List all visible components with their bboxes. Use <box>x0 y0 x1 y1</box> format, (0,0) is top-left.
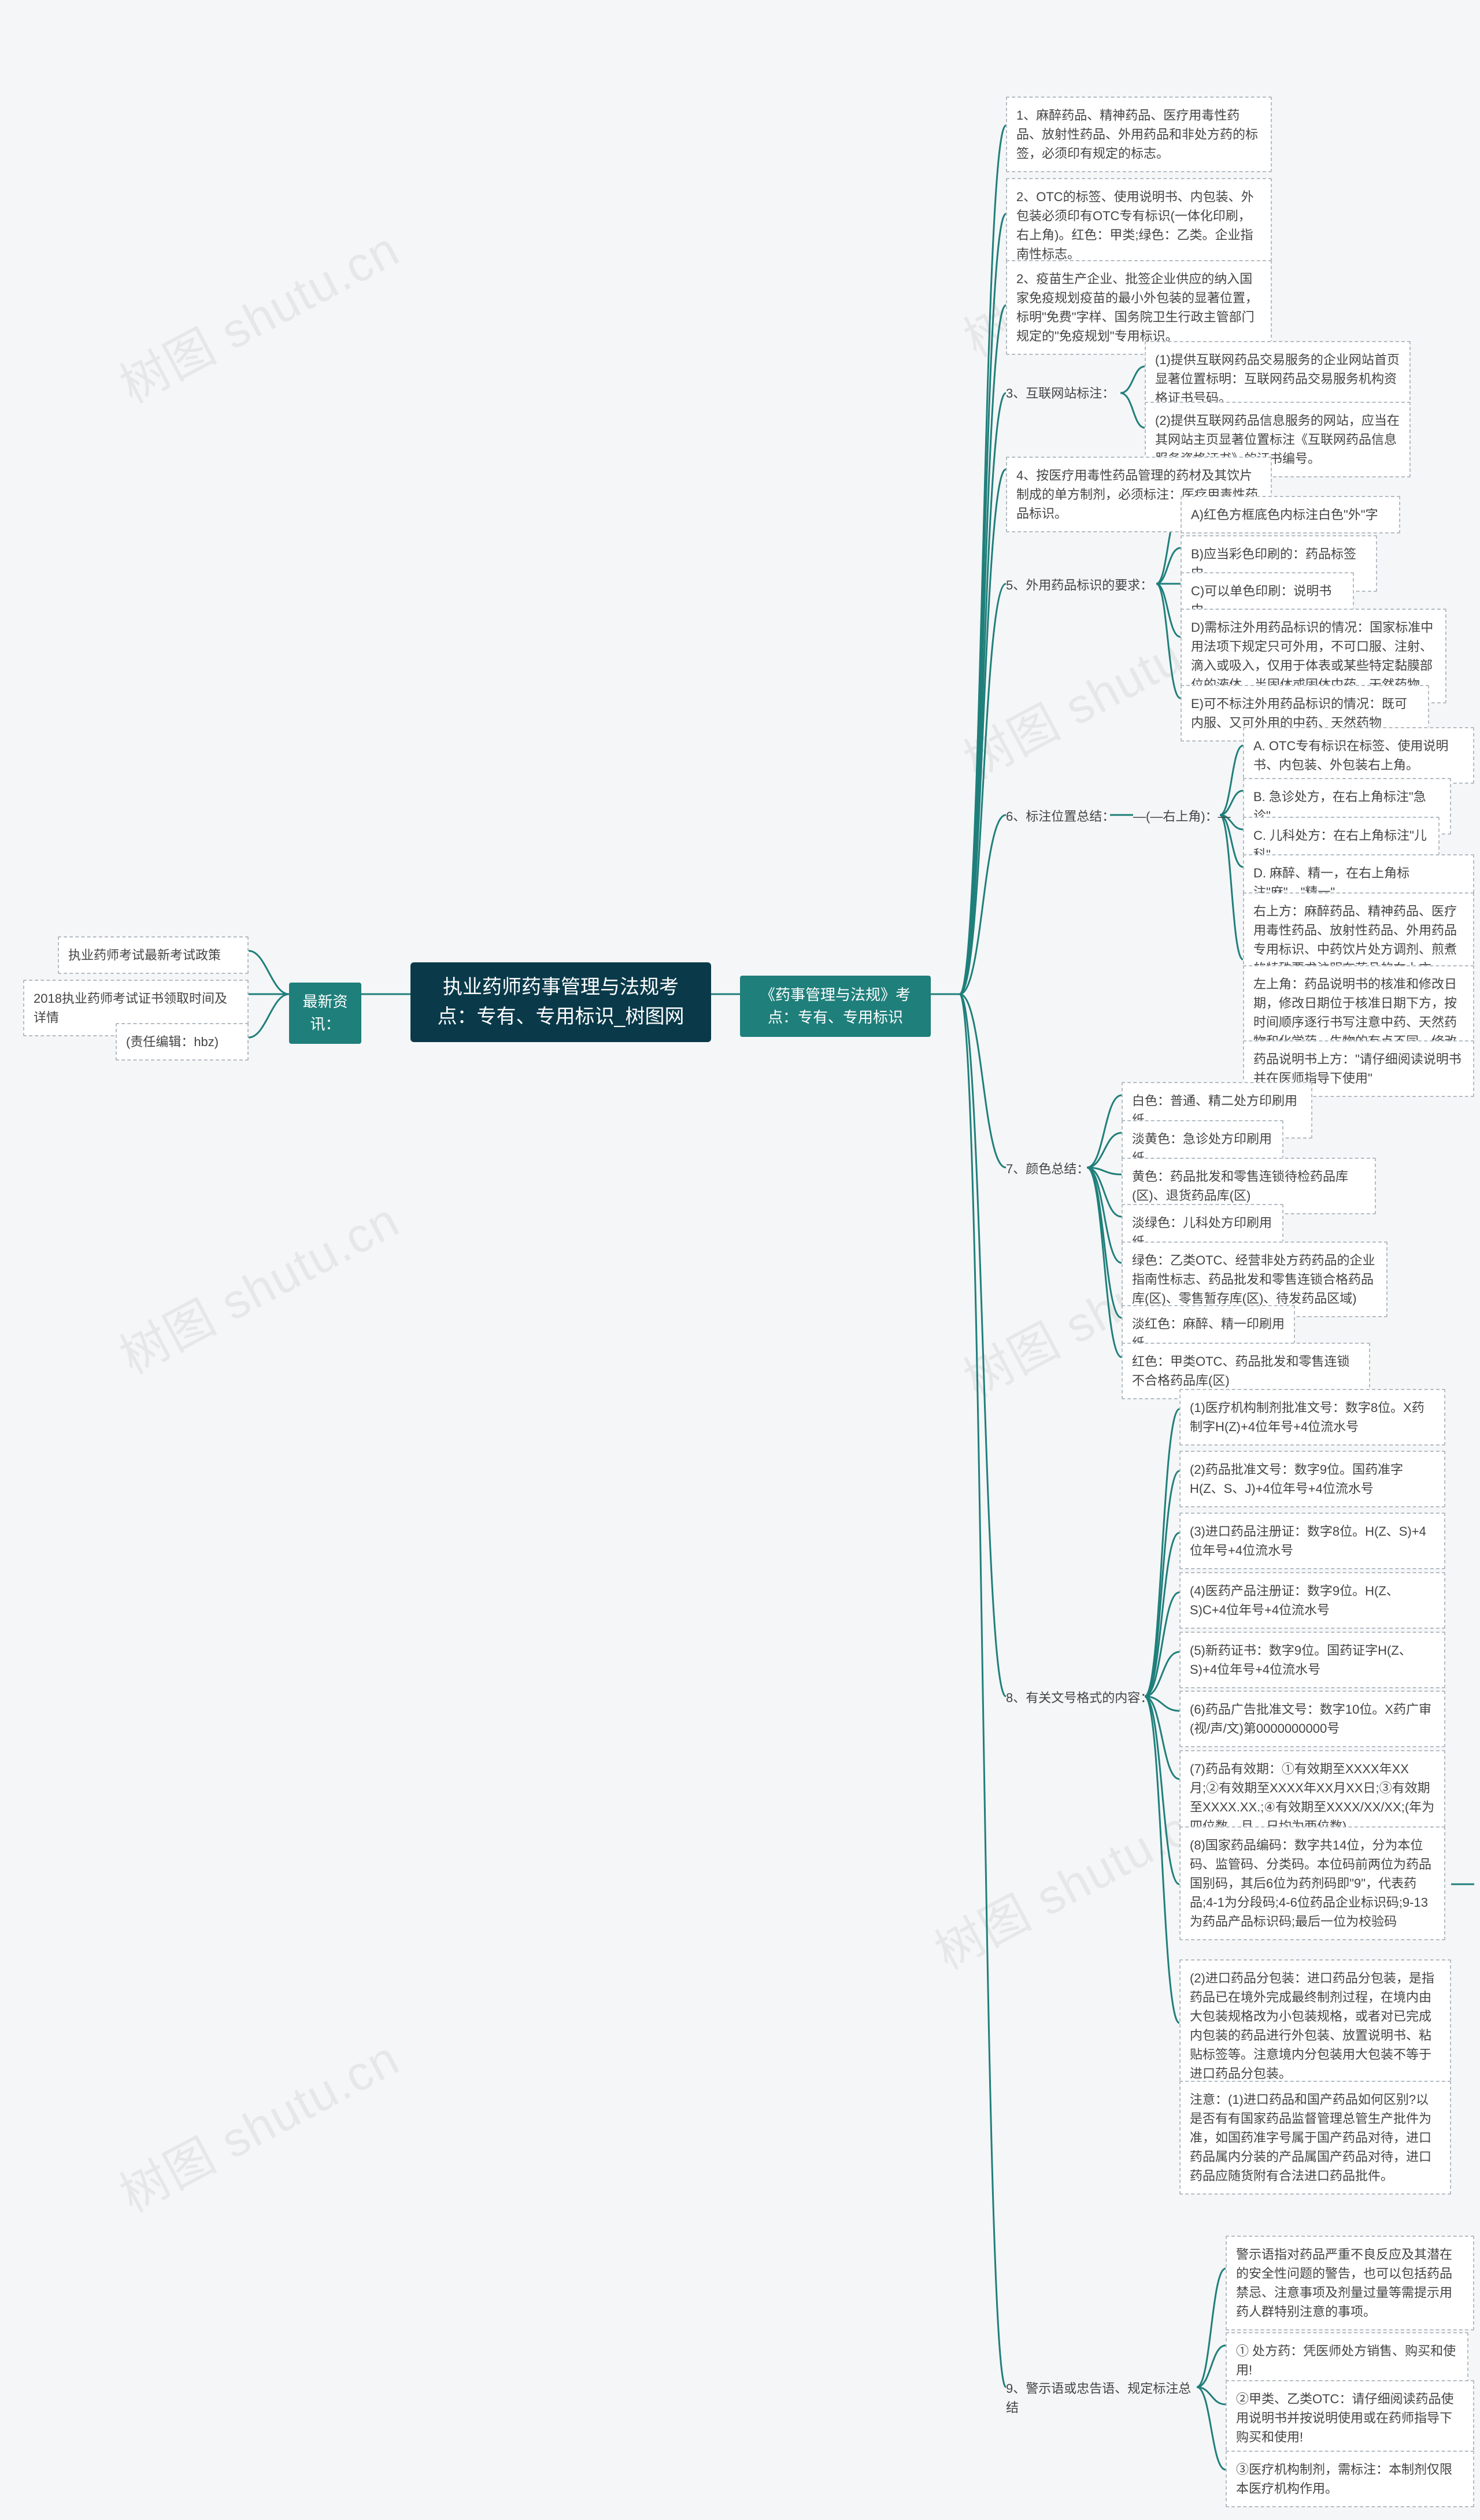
topic-n9-3[interactable]: ③医疗机构制剂，需标注：本制剂仅限本医疗机构作用。 <box>1226 2451 1474 2507</box>
topic-n3-header[interactable]: 3、互联网站标注： <box>1006 384 1115 403</box>
topic-n9-header[interactable]: 9、警示语或忠告语、规定标注总结 <box>1006 2379 1197 2417</box>
topic-n8-4[interactable]: (4)医药产品注册证：数字9位。H(Z、S)C+4位年号+4位流水号 <box>1179 1572 1445 1629</box>
topic-n9-pre[interactable]: 警示语指对药品严重不良反应及其潜在的安全性问题的警告，也可以包括药品禁忌、注意事… <box>1226 2236 1474 2330</box>
topic-n5-a[interactable]: A)红色方框底色内标注白色"外"字 <box>1181 496 1400 533</box>
mindmap-canvas: 树图 shutu.cn 树图 shutu.cn 树图 shutu.cn 树图 s… <box>0 0 1480 2520</box>
topic-n5-header[interactable]: 5、外用药品标识的要求： <box>1006 576 1153 595</box>
topic-n8-8-note[interactable]: 注意：(1)进口药品和国产药品如何区别?以是否有有国家药品监督管理总管生产批件为… <box>1179 2081 1451 2195</box>
watermark: 树图 shutu.cn <box>106 2020 410 2226</box>
watermark: 树图 shutu.cn <box>106 211 410 417</box>
topic-n8-6[interactable]: (6)药品广告批准文号：数字10位。X药广审(视/声/文)第0000000000… <box>1179 1691 1445 1747</box>
topic-n6-sub[interactable]: —(—右上角)：— <box>1133 807 1231 826</box>
topic-n2[interactable]: 2、OTC的标签、使用说明书、内包装、外包装必须印有OTC专有标识(一体化印刷，… <box>1006 178 1272 273</box>
topic-n7-header[interactable]: 7、颜色总结： <box>1006 1159 1089 1179</box>
news-item[interactable]: 执业药师考试最新考试政策 <box>58 936 249 974</box>
topic-n8-2[interactable]: (2)药品批准文号：数字9位。国药准字H(Z、S、J)+4位年号+4位流水号 <box>1179 1451 1445 1507</box>
topic-n6-a[interactable]: A. OTC专有标识在标签、使用说明书、内包装、外包装右上角。 <box>1243 727 1474 784</box>
root-node[interactable]: 执业药师药事管理与法规考点：专有、专用标识_树图网 <box>410 962 711 1042</box>
topic-n8-8[interactable]: (8)国家药品编码：数字共14位，分为本位码、监管码、分类码。本位码前两位为药品… <box>1179 1826 1445 1940</box>
topic-n8-header[interactable]: 8、有关文号格式的内容： <box>1006 1688 1153 1707</box>
topic-n8-3[interactable]: (3)进口药品注册证：数字8位。H(Z、S)+4位年号+4位流水号 <box>1179 1513 1445 1569</box>
topic-n8-5[interactable]: (5)新药证书：数字9位。国药证字H(Z、S)+4位年号+4位流水号 <box>1179 1632 1445 1688</box>
watermark: 树图 shutu.cn <box>106 1182 410 1388</box>
topic-n9-2[interactable]: ②甲类、乙类OTC：请仔细阅读药品使用说明书并按说明使用或在药师指导下购买和使用… <box>1226 2380 1474 2456</box>
branch-latest-news[interactable]: 最新资讯： <box>289 983 361 1044</box>
news-item[interactable]: (责任编辑：hbz) <box>116 1023 249 1061</box>
topic-n8-1[interactable]: (1)医疗机构制剂批准文号：数字8位。X药制字H(Z)+4位年号+4位流水号 <box>1179 1389 1445 1446</box>
topic-n1[interactable]: 1、麻醉药品、精神药品、医疗用毒性药品、放射性药品、外用药品和非处方药的标签，必… <box>1006 97 1272 172</box>
topic-n6-header[interactable]: 6、标注位置总结： <box>1006 807 1115 826</box>
branch-topic[interactable]: 《药事管理与法规》考点：专有、专用标识 <box>740 976 931 1037</box>
topic-n8-9[interactable]: (2)进口药品分包装：进口药品分包装，是指药品已在境外完成最终制剂过程，在境内由… <box>1179 1959 1451 2092</box>
